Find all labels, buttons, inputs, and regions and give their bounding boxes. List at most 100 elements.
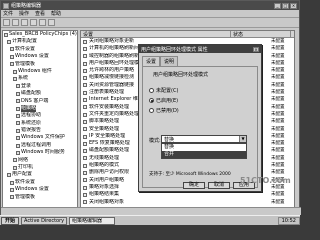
policy-setting-icon xyxy=(83,141,87,146)
menu-action[interactable]: 操作 xyxy=(19,10,29,17)
tree-item[interactable]: 计算机配置 xyxy=(3,38,77,45)
tree-item[interactable]: Windows 设置 xyxy=(3,186,77,193)
list-item-status: 未配置 xyxy=(271,53,285,59)
tree-item[interactable]: Windows 设置 xyxy=(3,53,77,60)
folder-icon xyxy=(16,91,20,96)
menu-file[interactable]: 文件 xyxy=(3,10,13,17)
tree-item[interactable]: 远程协助 xyxy=(3,112,77,119)
tree-item[interactable]: 管理模板 xyxy=(3,194,77,201)
policy-setting-icon xyxy=(83,76,87,81)
tree-item-label: 打印机 xyxy=(18,164,34,171)
list-item[interactable]: 关闭组策略对象 未配置 xyxy=(81,199,294,206)
watermark: 51CTO.com xyxy=(240,176,291,185)
properties-icon[interactable] xyxy=(39,19,46,26)
dialog-close-icon[interactable]: × xyxy=(253,46,259,52)
tree-item-label: Windows 组件 xyxy=(18,67,52,74)
tree-item-label: 组策略 xyxy=(21,104,37,113)
tree-item[interactable]: 登录 xyxy=(3,83,77,90)
tree-item[interactable]: Windows 组件 xyxy=(3,68,77,75)
radio-enabled[interactable]: 已启用(E) xyxy=(149,97,178,104)
help-icon[interactable] xyxy=(48,19,55,26)
mode-option-replace[interactable]: 替换 xyxy=(162,144,246,151)
list-item-label: IP 安全策略处理 xyxy=(89,132,126,139)
mode-option-merge[interactable]: 合并 xyxy=(162,151,246,158)
list-item-status: 未配置 xyxy=(271,104,285,110)
dialog-tabs: 设置 说明 xyxy=(142,56,258,66)
folder-icon xyxy=(10,54,14,59)
tree-item-label: Windows 设置 xyxy=(15,186,49,193)
tree-item-label: DNS 客户端 xyxy=(21,97,49,104)
policy-setting-icon xyxy=(83,127,87,132)
tree-item[interactable]: 远程过程调用 xyxy=(3,142,77,149)
list-item-label: 组策略结果集 xyxy=(89,191,120,198)
maximize-icon[interactable]: □ xyxy=(282,2,289,9)
tree-item[interactable]: 管理模板 xyxy=(3,61,77,68)
tree-item[interactable]: 软件设置 xyxy=(3,179,77,186)
list-item-label: 允许跨林的用户策略 xyxy=(89,67,135,74)
tree-item[interactable]: 软件设置 xyxy=(3,46,77,53)
list-item-status: 未配置 xyxy=(271,126,285,132)
menu-view[interactable]: 查看 xyxy=(35,10,45,17)
minimize-icon[interactable]: _ xyxy=(274,2,281,9)
tree-item[interactable]: 打印机 xyxy=(3,164,77,171)
back-icon[interactable] xyxy=(3,19,10,26)
cancel-button[interactable]: 取消 xyxy=(208,182,230,189)
tab-explain[interactable]: 说明 xyxy=(160,56,179,66)
tree-item[interactable]: 磁盘配额 xyxy=(3,90,77,97)
supported-on-text: 支持于: 至少 Microsoft Windows 2000 xyxy=(149,172,231,177)
list-item-status: 未配置 xyxy=(271,155,285,161)
clock: 10:52 xyxy=(277,216,300,225)
list-item[interactable]: 组策略结果集 未配置 xyxy=(81,191,294,198)
chevron-down-icon[interactable]: ▼ xyxy=(239,136,246,142)
show-tree-icon[interactable] xyxy=(30,19,37,26)
radio-not-configured[interactable]: 未配置(C) xyxy=(149,87,178,94)
list-item-status: 未配置 xyxy=(271,75,285,81)
folder-icon xyxy=(10,180,14,185)
mode-label: 模式: xyxy=(149,138,161,144)
ok-button[interactable]: 确定 xyxy=(183,182,205,189)
column-header-state[interactable]: 状态 xyxy=(231,31,291,38)
list-item-label: 安全策略处理 xyxy=(89,125,120,132)
radio-not-configured-dot[interactable] xyxy=(149,88,154,93)
folder-icon xyxy=(16,150,20,155)
tree-item[interactable]: 系统 xyxy=(3,75,77,82)
list-item-status: 未配置 xyxy=(271,119,285,125)
mode-select[interactable]: 替换 ▼ xyxy=(161,135,247,143)
column-header-setting[interactable]: 设置 xyxy=(81,31,231,38)
tree-item[interactable]: 组策略 xyxy=(3,104,77,113)
folder-icon xyxy=(16,136,20,141)
tree-item[interactable]: Windows 时间服务 xyxy=(3,149,77,156)
list-item-label: 关闭资源管理器链接 xyxy=(89,81,135,88)
radio-disabled[interactable]: 已禁用(D) xyxy=(149,107,179,114)
menu-help[interactable]: 帮助 xyxy=(51,10,61,17)
tree-item[interactable]: Windows 文件保护 xyxy=(3,134,77,141)
forward-icon[interactable] xyxy=(12,19,19,26)
tree-item[interactable]: 网络 xyxy=(3,157,77,164)
tree-item[interactable]: 错误报告 xyxy=(3,127,77,134)
tree-item-label: 用户配置 xyxy=(12,171,33,178)
policy-setting-icon xyxy=(83,105,87,110)
folder-icon xyxy=(16,99,20,104)
tree-item[interactable]: DNS 客户端 xyxy=(3,98,77,105)
folder-icon xyxy=(13,69,17,74)
start-button[interactable]: 开始 xyxy=(1,216,20,225)
title-bar: 组策略编辑器 _ □ × xyxy=(1,1,299,10)
up-icon[interactable] xyxy=(21,19,28,26)
radio-disabled-label: 已禁用(D) xyxy=(156,108,179,114)
policy-setting-icon xyxy=(83,134,87,139)
app-icon xyxy=(3,2,9,9)
policy-setting-icon xyxy=(83,185,87,190)
policy-setting-icon xyxy=(83,39,87,44)
tab-setting[interactable]: 设置 xyxy=(142,56,161,66)
close-icon[interactable]: × xyxy=(290,2,297,9)
taskbar-item-gpedit[interactable]: 组策略编辑器 xyxy=(69,216,116,225)
list-item-status: 未配置 xyxy=(271,97,285,103)
tree-item[interactable]: Sales_BRCB PolicyChips (4) 策略 xyxy=(3,31,77,38)
taskbar-item-ad-users[interactable]: Active Directory 用户... xyxy=(21,216,68,225)
list-item-label: 无线策略处理 xyxy=(89,154,120,161)
toolbar xyxy=(1,18,299,28)
radio-enabled-dot[interactable] xyxy=(149,98,154,103)
tree-item[interactable]: 用户配置 xyxy=(3,171,77,178)
tree-item[interactable]: 系统还原 xyxy=(3,120,77,127)
radio-disabled-dot[interactable] xyxy=(149,108,154,113)
